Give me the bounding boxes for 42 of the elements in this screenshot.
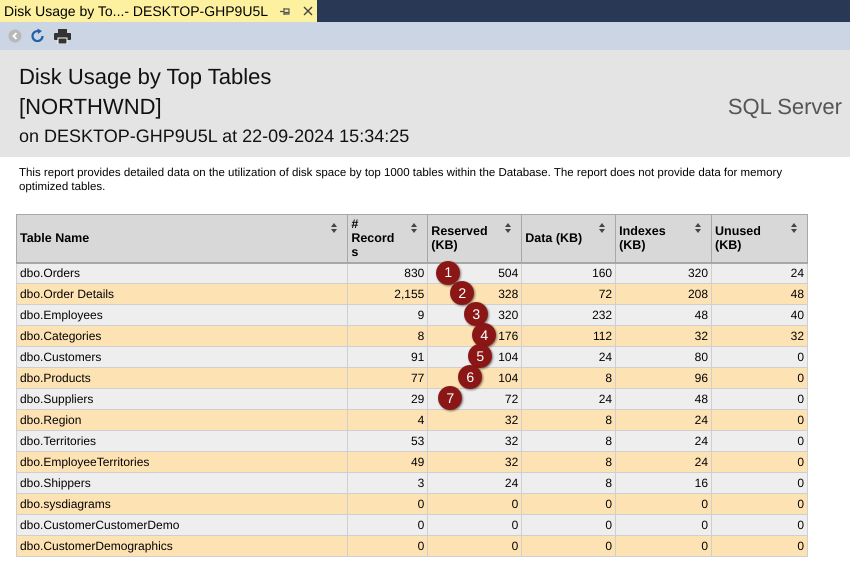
sort-icon[interactable] [331, 223, 338, 233]
close-icon[interactable] [303, 6, 314, 16]
sort-icon[interactable] [505, 223, 512, 233]
table-cell: 0 [348, 536, 428, 556]
print-icon[interactable] [54, 28, 71, 44]
product-name: SQL Server [728, 93, 842, 121]
callout-marker: 2 [450, 281, 474, 305]
table-cell: 0 [428, 536, 522, 556]
cell-value: 104 [498, 371, 518, 385]
cell-value: 504 [498, 266, 518, 280]
pin-icon[interactable] [280, 6, 292, 16]
cell-value: 104 [498, 350, 518, 364]
callout-marker: 4 [472, 323, 496, 347]
callout-marker: 5 [468, 344, 492, 368]
sort-icon[interactable] [599, 223, 606, 233]
column-header[interactable]: Unused (KB) [712, 214, 808, 262]
refresh-icon[interactable] [30, 28, 46, 44]
tab-title: Disk Usage by To...- DESKTOP-GHP9U5L [4, 2, 268, 21]
callout-marker: 7 [438, 386, 462, 410]
cell-value: 72 [504, 392, 518, 406]
cell-value: 176 [498, 329, 518, 343]
callout-marker: 6 [458, 365, 482, 389]
column-header[interactable]: Table Name [16, 214, 348, 262]
sort-icon[interactable] [791, 223, 797, 233]
table-cell: 0 [712, 536, 808, 556]
document-tab[interactable]: Disk Usage by To...- DESKTOP-GHP9U5L [0, 0, 318, 22]
report-title: Disk Usage by Top Tables [19, 63, 272, 91]
cell-value: 328 [498, 287, 518, 301]
sort-icon[interactable] [411, 223, 418, 233]
sort-icon[interactable] [695, 223, 702, 233]
table-cell: dbo.CustomerDemographics [16, 536, 348, 556]
column-header[interactable]: Indexes (KB) [616, 214, 712, 262]
column-header[interactable]: Data (KB) [522, 214, 616, 262]
column-header[interactable]: Reserved (KB) [428, 214, 522, 262]
column-header[interactable]: # Record s [348, 214, 428, 262]
table-cell: 0 [522, 536, 616, 556]
database-name: [NORTHWND] [19, 93, 163, 121]
table-cell: 0 [616, 536, 712, 556]
report-description: This report provides detailed data on the utilization of disk space by top 1000 tables within the Database. The report does not provide data for memory optimized tables. [18, 166, 784, 194]
callout-marker: 3 [464, 302, 488, 326]
cell-value: 320 [498, 308, 518, 322]
report-subtitle: on DESKTOP-GHP9U5L at 22-09-2024 15:34:25 [19, 125, 410, 148]
